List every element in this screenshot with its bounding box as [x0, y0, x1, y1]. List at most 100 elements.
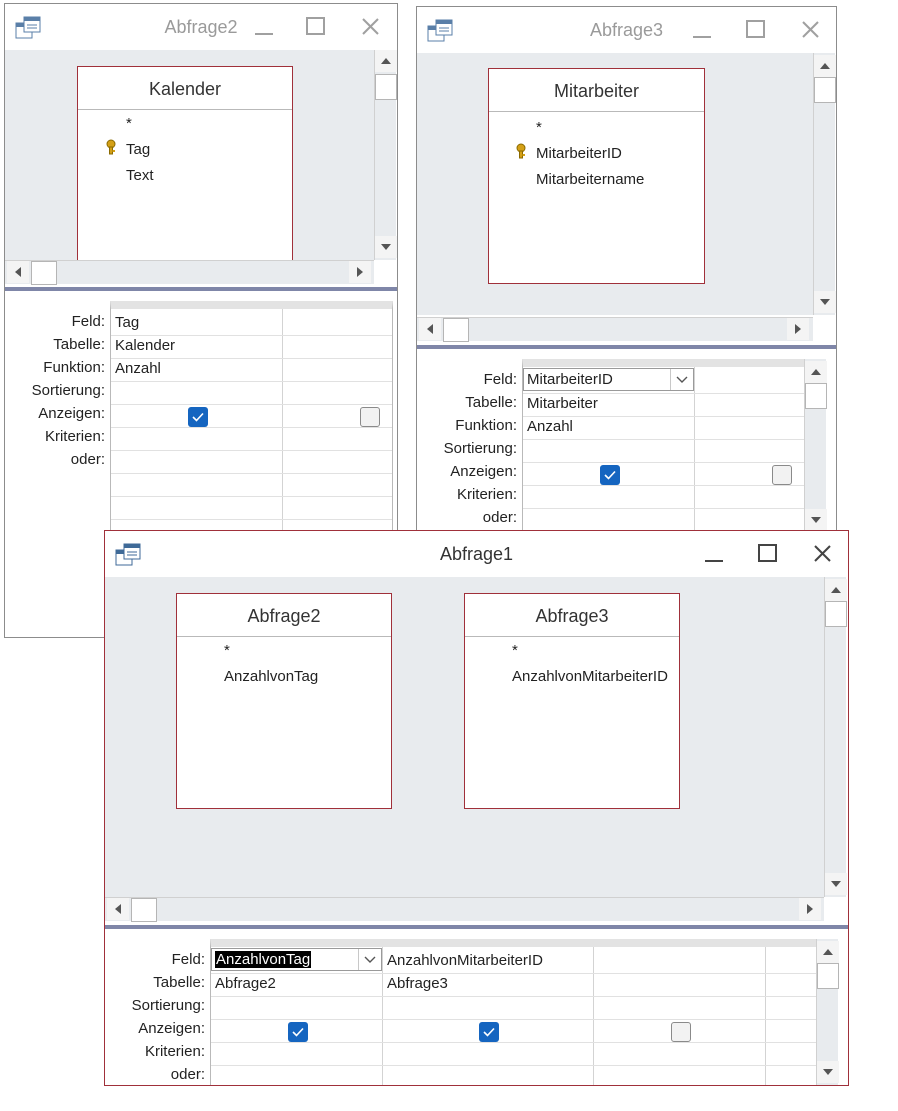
- show-checkbox-unchecked[interactable]: [360, 407, 380, 427]
- field-list-title[interactable]: Abfrage3: [465, 594, 679, 637]
- minimize-button[interactable]: [689, 17, 717, 43]
- field-all[interactable]: *: [126, 115, 132, 132]
- scroll-thumb[interactable]: [814, 77, 836, 103]
- scroll-down-arrow-icon[interactable]: [817, 1061, 839, 1083]
- maximize-button[interactable]: [755, 541, 783, 567]
- field-all[interactable]: *: [224, 642, 230, 659]
- grid-cell-funktion[interactable]: Anzahl: [527, 418, 573, 435]
- scroll-up-arrow-icon[interactable]: [825, 579, 847, 601]
- scroll-thumb[interactable]: [443, 318, 469, 342]
- row-label-kriterien: Kriterien:: [144, 1043, 205, 1060]
- chevron-down-icon[interactable]: [670, 369, 693, 390]
- show-checkbox-checked[interactable]: [188, 407, 208, 427]
- close-button[interactable]: [797, 17, 825, 43]
- scroll-up-arrow-icon[interactable]: [814, 55, 836, 77]
- maximize-button[interactable]: [303, 14, 331, 40]
- scroll-right-arrow-icon[interactable]: [799, 898, 821, 920]
- show-checkbox-checked[interactable]: [600, 465, 620, 485]
- vertical-scrollbar[interactable]: [816, 939, 839, 1085]
- close-button[interactable]: [357, 14, 385, 40]
- horizontal-scrollbar[interactable]: [5, 260, 374, 285]
- minimize-button[interactable]: [701, 541, 729, 567]
- scroll-left-arrow-icon[interactable]: [419, 318, 441, 340]
- scroll-left-arrow-icon[interactable]: [7, 261, 29, 283]
- scroll-down-arrow-icon[interactable]: [805, 509, 827, 531]
- grid-cell-tabelle[interactable]: Abfrage3: [387, 975, 448, 992]
- show-checkbox-unchecked[interactable]: [772, 465, 792, 485]
- horizontal-scrollbar[interactable]: [105, 897, 824, 922]
- vertical-scrollbar[interactable]: [824, 577, 847, 897]
- query-design-grid[interactable]: AnzahlvonTag AnzahlvonMitarbeiterID Abfr…: [210, 939, 820, 1085]
- row-divider: [211, 973, 819, 974]
- row-label-tabelle: Tabelle:: [153, 974, 205, 991]
- show-checkbox-checked[interactable]: [479, 1022, 499, 1042]
- design-grid-pane[interactable]: Feld: Tabelle: Sortierung: Anzeigen: Kri…: [105, 929, 848, 1085]
- field-item[interactable]: AnzahlvonMitarbeiterID: [512, 668, 668, 685]
- field-item[interactable]: Text: [126, 167, 154, 184]
- minimize-button[interactable]: [251, 14, 279, 40]
- row-label-feld: Feld:: [171, 951, 205, 968]
- scroll-right-arrow-icon[interactable]: [349, 261, 371, 283]
- field-combo[interactable]: MitarbeiterID: [523, 368, 694, 391]
- query-design-grid[interactable]: MitarbeiterID Mitarbeiter Anzahl: [522, 359, 805, 535]
- design-grid-pane[interactable]: Feld: Tabelle: Funktion: Sortierung: Anz…: [417, 349, 836, 535]
- field-item[interactable]: Tag: [126, 141, 150, 158]
- show-checkbox-checked[interactable]: [288, 1022, 308, 1042]
- vertical-scrollbar[interactable]: [813, 53, 836, 315]
- table-design-area[interactable]: Abfrage2 * AnzahlvonTag Abfrage3 * Anzah…: [105, 577, 824, 897]
- horizontal-scrollbar[interactable]: [417, 317, 813, 342]
- field-item[interactable]: MitarbeiterID: [536, 145, 622, 162]
- row-label-funktion: Funktion:: [43, 359, 105, 376]
- grid-cell-feld[interactable]: AnzahlvonMitarbeiterID: [387, 952, 543, 969]
- grid-cell-tabelle[interactable]: Mitarbeiter: [527, 395, 598, 412]
- chevron-down-icon[interactable]: [358, 949, 381, 970]
- field-combo[interactable]: AnzahlvonTag: [211, 948, 382, 971]
- selected-text[interactable]: AnzahlvonTag: [215, 951, 312, 968]
- close-button[interactable]: [809, 541, 837, 567]
- field-item[interactable]: AnzahlvonTag: [224, 668, 318, 685]
- scroll-thumb[interactable]: [31, 261, 57, 285]
- table-design-area[interactable]: Kalender * Tag Text: [5, 50, 374, 260]
- field-list-abfrage3[interactable]: Abfrage3 * AnzahlvonMitarbeiterID: [464, 593, 680, 809]
- maximize-button[interactable]: [743, 17, 771, 43]
- grid-cell-tabelle[interactable]: Abfrage2: [215, 975, 276, 992]
- scroll-thumb[interactable]: [375, 74, 397, 100]
- show-checkbox-unchecked[interactable]: [671, 1022, 691, 1042]
- scroll-down-arrow-icon[interactable]: [375, 236, 397, 258]
- scroll-down-arrow-icon[interactable]: [814, 291, 836, 313]
- vertical-scrollbar[interactable]: [804, 359, 827, 535]
- field-list-mitarbeiter[interactable]: Mitarbeiter * MitarbeiterID Mitarbeitern…: [488, 68, 705, 284]
- title-bar[interactable]: Abfrage3: [417, 7, 836, 53]
- scroll-up-arrow-icon[interactable]: [805, 361, 827, 383]
- grid-cell-feld[interactable]: AnzahlvonTag: [215, 951, 312, 968]
- row-divider: [111, 404, 392, 405]
- field-list-title[interactable]: Mitarbeiter: [489, 69, 704, 112]
- field-list-title[interactable]: Kalender: [78, 67, 292, 110]
- scroll-left-arrow-icon[interactable]: [107, 898, 129, 920]
- field-all[interactable]: *: [512, 642, 518, 659]
- scroll-thumb[interactable]: [805, 383, 827, 409]
- vertical-scrollbar[interactable]: [374, 50, 397, 260]
- grid-cell-tabelle[interactable]: Kalender: [115, 337, 175, 354]
- field-list-kalender[interactable]: Kalender * Tag Text: [77, 66, 293, 260]
- scroll-thumb[interactable]: [825, 601, 847, 627]
- title-bar[interactable]: Abfrage1: [105, 531, 848, 577]
- scroll-thumb[interactable]: [817, 963, 839, 989]
- scroll-down-arrow-icon[interactable]: [825, 873, 847, 895]
- grid-cell-funktion[interactable]: Anzahl: [115, 360, 161, 377]
- scroll-up-arrow-icon[interactable]: [375, 50, 397, 72]
- field-list-title[interactable]: Abfrage2: [177, 594, 391, 637]
- scroll-thumb[interactable]: [131, 898, 157, 922]
- query-window-abfrage3[interactable]: Abfrage3 Mitarbeiter * MitarbeiterID Mit…: [416, 6, 837, 536]
- row-label-oder: oder:: [70, 451, 105, 468]
- query-window-abfrage1[interactable]: Abfrage1 Abfrage2 * AnzahlvonTag Abfrage…: [104, 530, 849, 1086]
- title-bar[interactable]: Abfrage2: [5, 4, 397, 50]
- field-item[interactable]: Mitarbeitername: [536, 171, 644, 188]
- grid-cell-feld[interactable]: MitarbeiterID: [527, 371, 613, 388]
- table-design-area[interactable]: Mitarbeiter * MitarbeiterID Mitarbeitern…: [417, 53, 813, 315]
- field-list-abfrage2[interactable]: Abfrage2 * AnzahlvonTag: [176, 593, 392, 809]
- scroll-up-arrow-icon[interactable]: [817, 941, 839, 963]
- field-all[interactable]: *: [536, 119, 542, 136]
- scroll-right-arrow-icon[interactable]: [787, 318, 809, 340]
- grid-cell-feld[interactable]: Tag: [115, 314, 139, 331]
